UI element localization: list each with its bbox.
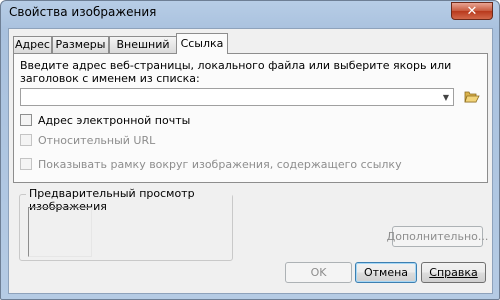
relative-url-checkbox[interactable] [20,134,32,146]
show-border-label: Показывать рамку вокруг изображения, сод… [38,157,402,171]
link-tab-panel: Введите адрес веб-страницы, локального ф… [13,53,488,183]
cancel-label: Отмена [363,266,409,279]
window-title: Свойства изображения [9,5,157,19]
tab-label: Адрес [15,38,50,51]
folder-open-icon[interactable] [464,89,480,105]
relative-url-label: Относительный URL [38,133,156,147]
link-prompt-label: Введите адрес веб-страницы, локального ф… [20,59,452,85]
cancel-button[interactable]: Отмена [355,262,417,283]
ok-button[interactable]: OK [285,262,352,283]
url-combobox[interactable]: ▼ [20,88,454,106]
tab-label: Ссылка [180,37,224,50]
email-address-label: Адрес электронной почты [38,113,191,127]
dialog-client-area: Адрес Размеры Внешний вид Ссылка Введите… [8,28,493,294]
help-button[interactable]: Справка [421,262,486,283]
show-border-checkbox-row[interactable]: Показывать рамку вокруг изображения, сод… [20,157,402,171]
email-address-checkbox-row[interactable]: Адрес электронной почты [20,113,190,127]
image-preview-area [28,207,92,257]
email-address-checkbox[interactable] [20,114,32,126]
title-bar[interactable]: Свойства изображения ✕ [1,1,499,27]
close-icon: ✕ [466,3,478,19]
image-preview-group: Предварительный просмотр изображения [19,187,233,261]
ok-label: OK [310,266,327,279]
help-label: Справка [429,266,478,279]
tab-label: Размеры [55,38,106,51]
tab-dimensions[interactable]: Размеры [52,36,109,53]
tab-link[interactable]: Ссылка [176,33,228,54]
show-border-checkbox[interactable] [20,158,32,170]
close-button[interactable]: ✕ [451,2,493,20]
relative-url-checkbox-row[interactable]: Относительный URL [20,133,155,147]
chevron-down-icon[interactable]: ▼ [439,89,453,105]
advanced-edit-button[interactable]: Дополнительно... [387,226,488,247]
tab-appearance[interactable]: Внешний вид [109,36,177,66]
advanced-edit-label: Дополнительно... [386,230,489,243]
dialog-window: Свойства изображения ✕ Адрес Размеры Вне… [0,0,500,300]
tab-address[interactable]: Адрес [13,36,52,53]
